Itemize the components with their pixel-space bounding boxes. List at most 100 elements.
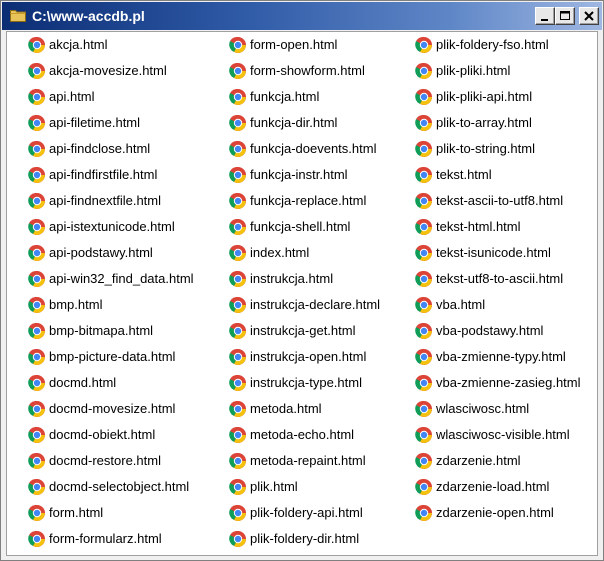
- file-list-pane[interactable]: akcja.html akcja-movesize.html api.html api…: [6, 31, 598, 556]
- file-name: akcja-movesize.html: [49, 63, 167, 78]
- file-name: zdarzenie-open.html: [436, 505, 554, 520]
- file-name: docmd.html: [49, 375, 117, 390]
- chrome-html-file-icon: [415, 348, 433, 366]
- chrome-html-file-icon: [28, 400, 46, 418]
- chrome-html-file-icon: [28, 374, 46, 392]
- file-name: api-findnextfile.html: [49, 193, 161, 208]
- chrome-html-file-icon: [28, 114, 46, 132]
- chrome-html-file-icon: [229, 166, 247, 184]
- file-name: api-filetime.html: [49, 115, 141, 130]
- chrome-html-file-icon: [28, 270, 46, 288]
- file-name: docmd-obiekt.html: [49, 427, 156, 442]
- file-name: funkcja-dir.html: [250, 115, 338, 130]
- chrome-html-file-icon: [28, 504, 46, 522]
- file-name: plik.html: [250, 479, 298, 494]
- file-name: funkcja-shell.html: [250, 219, 351, 234]
- folder-icon: [10, 8, 26, 22]
- file-name: wlasciwosc.html: [436, 401, 530, 416]
- chrome-html-file-icon: [28, 244, 46, 262]
- file-name: zdarzenie-load.html: [436, 479, 550, 494]
- chrome-html-file-icon: [229, 270, 247, 288]
- file-name: instrukcja.html: [250, 271, 334, 286]
- file-name: funkcja.html: [250, 89, 320, 104]
- chrome-html-file-icon: [28, 36, 46, 54]
- file-name: tekst-ascii-to-utf8.html: [436, 193, 564, 208]
- file-name: plik-to-array.html: [436, 115, 532, 130]
- file-name: vba-zmienne-zasieg.html: [436, 375, 581, 390]
- chrome-html-file-icon: [28, 192, 46, 210]
- file-name: zdarzenie.html: [436, 453, 521, 468]
- file-name: funkcja-doevents.html: [250, 141, 377, 156]
- chrome-html-file-icon: [229, 88, 247, 106]
- maximize-button[interactable]: [555, 7, 575, 25]
- file-name: docmd-selectobject.html: [49, 479, 190, 494]
- chrome-html-file-icon: [229, 374, 247, 392]
- chrome-html-file-icon: [415, 62, 433, 80]
- window-title: C:\www-accdb.pl: [32, 8, 145, 24]
- chrome-html-file-icon: [229, 244, 247, 262]
- file-name: plik-pliki.html: [436, 63, 511, 78]
- chrome-html-file-icon: [28, 62, 46, 80]
- file-name: plik-foldery-api.html: [250, 505, 363, 520]
- file-name: instrukcja-declare.html: [250, 297, 381, 312]
- chrome-html-file-icon: [415, 504, 433, 522]
- file-name: tekst.html: [436, 167, 492, 182]
- file-name: bmp-picture-data.html: [49, 349, 176, 364]
- file-name: instrukcja-get.html: [250, 323, 356, 338]
- chrome-html-file-icon: [415, 88, 433, 106]
- file-name: instrukcja-open.html: [250, 349, 367, 364]
- chrome-html-file-icon: [28, 140, 46, 158]
- chrome-html-file-icon: [229, 36, 247, 54]
- chrome-html-file-icon: [28, 218, 46, 236]
- minimize-button[interactable]: [535, 7, 555, 25]
- chrome-html-file-icon: [415, 452, 433, 470]
- chrome-html-file-icon: [229, 114, 247, 132]
- chrome-html-file-icon: [28, 296, 46, 314]
- file-name: plik-foldery-dir.html: [250, 531, 360, 546]
- chrome-html-file-icon: [415, 218, 433, 236]
- chrome-html-file-icon: [28, 166, 46, 184]
- file-name: plik-pliki-api.html: [436, 89, 533, 104]
- file-name: funkcja-replace.html: [250, 193, 367, 208]
- chrome-html-file-icon: [229, 504, 247, 522]
- explorer-window: C:\www-accdb.pl akcja.html akcja-movesize…: [0, 0, 604, 561]
- chrome-html-file-icon: [415, 36, 433, 54]
- file-name: akcja.html: [49, 37, 108, 52]
- file-name: tekst-isunicode.html: [436, 245, 551, 260]
- file-name: form-formularz.html: [49, 531, 162, 546]
- chrome-html-file-icon: [415, 114, 433, 132]
- file-name: metoda.html: [250, 401, 322, 416]
- chrome-html-file-icon: [415, 426, 433, 444]
- chrome-html-file-icon: [229, 348, 247, 366]
- title-bar[interactable]: C:\www-accdb.pl: [2, 2, 602, 30]
- chrome-html-file-icon: [415, 478, 433, 496]
- minimize-icon: [541, 19, 548, 21]
- file-name: vba-podstawy.html: [436, 323, 544, 338]
- file-name: api.html: [49, 89, 95, 104]
- chrome-html-file-icon: [415, 374, 433, 392]
- chrome-html-file-icon: [415, 400, 433, 418]
- chrome-html-file-icon: [415, 270, 433, 288]
- chrome-html-file-icon: [28, 452, 46, 470]
- file-name: plik-to-string.html: [436, 141, 535, 156]
- chrome-html-file-icon: [229, 400, 247, 418]
- chrome-html-file-icon: [415, 322, 433, 340]
- file-name: funkcja-instr.html: [250, 167, 348, 182]
- file-name: api-podstawy.html: [49, 245, 153, 260]
- chrome-html-file-icon: [229, 296, 247, 314]
- file-name: docmd-movesize.html: [49, 401, 176, 416]
- file-name: wlasciwosc-visible.html: [436, 427, 570, 442]
- file-name: form-open.html: [250, 37, 338, 52]
- chrome-html-file-icon: [229, 140, 247, 158]
- chrome-html-file-icon: [229, 478, 247, 496]
- file-name: instrukcja-type.html: [250, 375, 362, 390]
- chrome-html-file-icon: [415, 140, 433, 158]
- close-button[interactable]: [579, 7, 599, 25]
- chrome-html-file-icon: [28, 88, 46, 106]
- file-name: index.html: [250, 245, 310, 260]
- file-name: tekst-html.html: [436, 219, 521, 234]
- file-name: vba.html: [436, 297, 486, 312]
- chrome-html-file-icon: [229, 322, 247, 340]
- file-name: tekst-utf8-to-ascii.html: [436, 271, 564, 286]
- chrome-html-file-icon: [28, 322, 46, 340]
